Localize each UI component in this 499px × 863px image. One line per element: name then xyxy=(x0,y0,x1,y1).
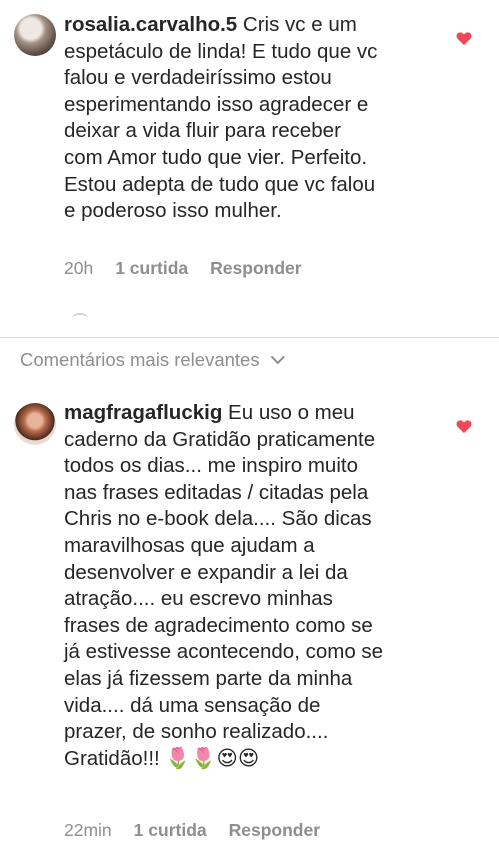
comment-meta: 22min 1 curtida Responder xyxy=(64,820,320,841)
comment-time: 22min xyxy=(64,820,112,840)
avatar[interactable] xyxy=(14,14,56,56)
divider xyxy=(0,337,499,338)
comment-time: 20h xyxy=(64,258,94,278)
reply-button[interactable]: Responder xyxy=(210,258,301,279)
sort-label: Comentários mais relevantes xyxy=(20,349,260,370)
chevron-down-icon xyxy=(270,350,285,365)
comment-likes[interactable]: 1 curtida xyxy=(134,820,207,841)
comment-username[interactable]: rosalia.carvalho.5 xyxy=(64,13,237,36)
heart-icon[interactable] xyxy=(456,419,472,434)
loading-spinner-icon xyxy=(72,313,88,323)
comment-body: magfragafluckig Eu uso o meu caderno da … xyxy=(64,400,434,772)
comment-meta: 20h 1 curtida Responder xyxy=(64,258,302,279)
comment-text: Cris vc e um espetáculo de linda! E tudo… xyxy=(64,13,378,223)
reply-button[interactable]: Responder xyxy=(229,820,320,841)
comment-body: rosalia.carvalho.5 Cris vc e um espetácu… xyxy=(64,12,434,225)
comment-text: Eu uso o meu caderno da Gratidão pratica… xyxy=(64,401,384,770)
avatar[interactable] xyxy=(14,403,56,445)
comment-username[interactable]: magfragafluckig xyxy=(64,401,222,424)
sort-dropdown[interactable]: Comentários mais relevantes xyxy=(20,349,285,371)
heart-icon[interactable] xyxy=(456,31,472,46)
comment-likes[interactable]: 1 curtida xyxy=(115,258,188,279)
